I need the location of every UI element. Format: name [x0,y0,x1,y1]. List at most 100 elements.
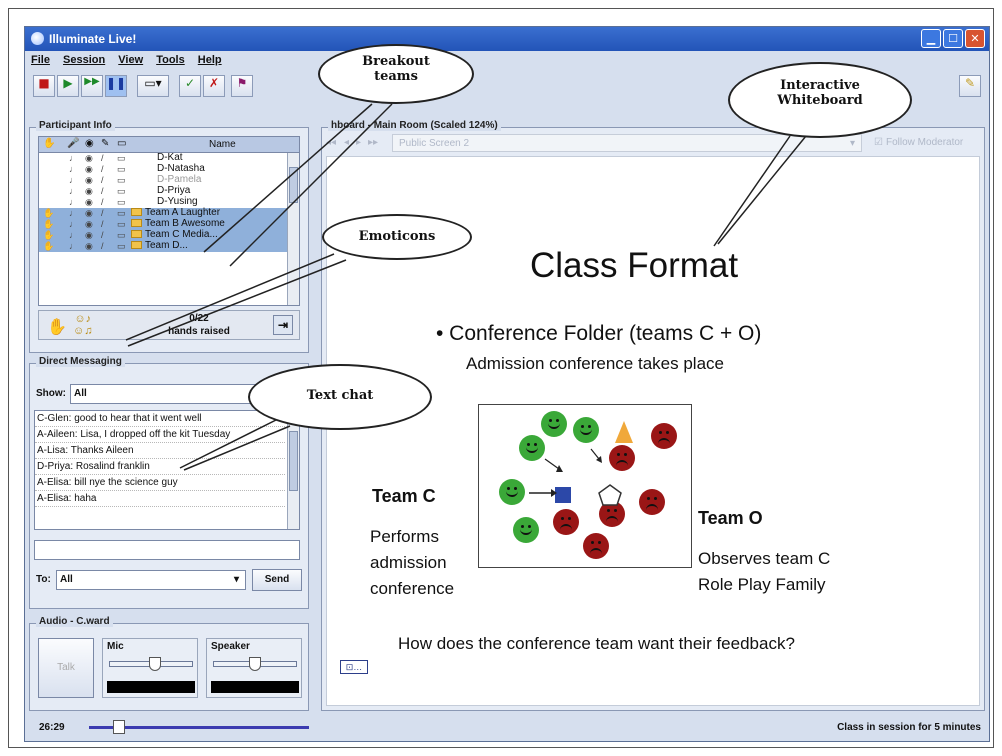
recipient-select[interactable]: All ▾ [56,570,246,590]
list-item: A-Lisa: Thanks Aileen [35,443,285,459]
exit-room-icon[interactable]: ⇥ [273,315,293,335]
speaker-slider-knob[interactable] [249,657,261,671]
play-icon[interactable]: ▶ [57,75,79,97]
team-row-label: Team A Laughter [131,207,220,218]
revoke-all-icon[interactable]: ✗ [203,75,225,97]
team-c-line: admission [370,553,447,572]
video-icon: ◉ [85,230,93,240]
prev-page-icon[interactable]: ◂ [344,137,349,148]
slide-bullet: • Conference Folder (teams C + O) [436,322,762,345]
menu-tools[interactable]: Tools [156,51,185,69]
screen-select[interactable]: Public Screen 2 ▾ [392,134,862,152]
mic-icon: ♩ [69,164,78,174]
mic-slider-knob[interactable] [148,657,161,671]
chat-log[interactable]: C-Glen: good to hear that it went well A… [34,410,300,530]
team-o-line: Role Play Family [698,575,826,594]
list-item: C-Glen: good to hear that it went well [35,411,285,427]
participant-name: D-Priya [157,185,191,196]
scroll-thumb[interactable] [289,167,298,203]
team-o-description: Observes team C Role Play Family [698,546,830,598]
timeline-knob[interactable] [113,720,125,734]
fast-forward-icon[interactable]: ▶▶ [81,75,103,97]
video-column-icon[interactable]: ◉ [85,138,94,149]
name-column-header[interactable]: Name [209,139,236,150]
list-item: D-Priya: Rosalind franklin [35,459,285,475]
hand-icon: ✋ [43,241,55,251]
folder-icon [131,230,142,239]
draw-icon: / [101,208,104,218]
menu-view[interactable]: View [118,51,143,69]
follow-checkbox[interactable]: ☑ [874,137,883,148]
participant-name: D-Kat [157,152,183,163]
team-c-description: Performs admission conference [370,524,480,602]
minimize-button[interactable]: ▁ [921,29,941,48]
slide-question: How does the conference team want their … [398,634,795,653]
next-page-icon[interactable]: ▸ [356,137,361,148]
draw-icon: / [101,186,104,196]
help-wand-icon[interactable]: ✎ [959,75,981,97]
participant-list: ✋ 🎤 ◉ ✎ ▭ Name ♩ ◉ / ▭ D-Kat ♩ ◉ / ▭ D-Natasha ♩… [38,136,300,306]
screen-column-icon[interactable]: ▭ [117,138,126,149]
title-bar: Illuminate Live! ▁ ☐ ✕ [25,27,989,51]
send-button[interactable]: Send [252,569,302,591]
hand-column-icon[interactable]: ✋ [43,138,55,149]
recipient-value: All [60,574,73,585]
hands-bar: ✋ ☺♪ ☺♫ 0/22 hands raised ⇥ [38,310,300,340]
participant-name: D-Natasha [157,163,205,174]
video-icon: ◉ [85,175,93,185]
status-bar: 26:29 Class in session for 5 minutes [25,715,989,741]
hands-count: 0/22 [189,313,209,324]
screen-icon: ▭ [117,175,126,185]
audio-panel: Audio - C.ward Talk Mic Speaker [29,616,309,711]
first-page-icon[interactable]: ◂◂ [326,137,336,148]
emoticons-icon[interactable]: ☺♪ ☺♫ [73,313,92,337]
mic-control: Mic [102,638,198,698]
page-indicator-icon[interactable]: ⊡… [340,660,368,674]
maximize-button[interactable]: ☐ [943,29,963,48]
mic-icon: ♩ [69,197,78,207]
speaker-level-meter [211,681,299,693]
grant-all-icon[interactable]: ✓ [179,75,201,97]
menu-help[interactable]: Help [198,51,222,69]
screen-icon: ▭ [117,241,126,251]
last-page-icon[interactable]: ▸▸ [368,137,378,148]
team-o-line: Observes team C [698,549,831,568]
mic-icon: ♩ [69,230,78,240]
stop-icon[interactable]: ■ [33,75,55,97]
team-row-label: Team C Media... [131,229,218,240]
callout-text-chat: Text chat [248,364,432,430]
menu-file[interactable]: File [31,51,50,69]
chevron-down-icon: ▾ [233,574,239,585]
callout-line: teams [374,69,418,84]
whiteboard-title: hboard - Main Room (Scaled 124%) [328,120,501,131]
layout-dropdown-icon[interactable]: ▭▾ [137,75,169,97]
raise-hand-icon[interactable]: ✋ [47,317,67,337]
breakout-rooms-icon[interactable]: ⚑ [231,75,253,97]
team-name: Team C Media... [145,229,218,240]
chat-scrollbar[interactable] [287,411,299,529]
close-button[interactable]: ✕ [965,29,985,48]
menu-session[interactable]: Session [63,51,105,69]
chat-input[interactable] [34,540,300,560]
arrows [529,448,602,497]
draw-icon: / [101,153,104,163]
talk-button[interactable]: Talk [38,638,94,698]
hands-label: hands raised [168,326,230,337]
video-icon: ◉ [85,186,93,196]
mic-icon: ♩ [69,241,78,251]
draw-column-icon[interactable]: ✎ [101,138,109,149]
scroll-thumb[interactable] [289,431,298,491]
session-status: Class in session for 5 minutes [837,722,981,733]
show-label: Show: [36,388,66,399]
audio-title: Audio - C.ward [36,616,113,627]
pause-icon[interactable]: ❚❚ [105,75,127,97]
participant-scrollbar[interactable] [287,153,299,305]
screen-icon: ▭ [117,219,126,229]
draw-icon: / [101,164,104,174]
list-item[interactable]: ✋ ♩ ◉ / ▭ Team D... [39,240,299,252]
mic-column-icon[interactable]: 🎤 [67,138,79,149]
team-row-label: Team B Awesome [131,218,225,229]
whiteboard-nav-bar: ◂◂ ◂ ▸ ▸▸ Public Screen 2 ▾ ☑ Follow Mod… [326,134,980,154]
speaker-control: Speaker [206,638,302,698]
folder-icon [131,241,142,250]
